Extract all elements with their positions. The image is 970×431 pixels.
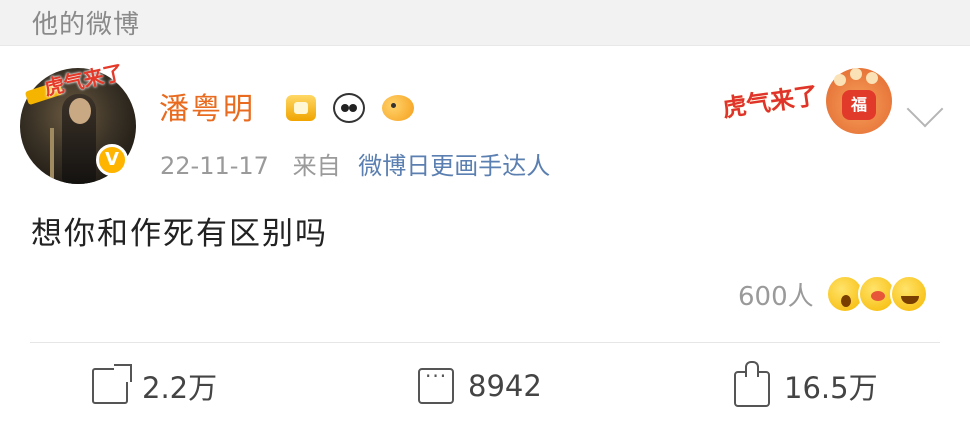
fish-badge-icon[interactable] — [376, 89, 418, 127]
comment-button[interactable]: 8942 — [418, 356, 542, 416]
like-button[interactable]: 16.5万 — [734, 356, 878, 416]
repost-icon — [92, 364, 132, 404]
card-decoration: 虎气来了 福 — [720, 60, 902, 140]
section-header: 他的微博 — [0, 0, 970, 46]
comment-count: 8942 — [468, 369, 542, 403]
action-bar: 2.2万 8942 16.5万 — [0, 356, 970, 416]
chevron-down-icon[interactable] — [906, 90, 944, 128]
reactions-summary[interactable]: 600人 — [738, 274, 928, 314]
author-name[interactable]: 潘粤明 — [159, 84, 255, 128]
panda-badge-icon[interactable] — [328, 89, 370, 127]
post-content: 想你和作死有区别吗 — [31, 216, 328, 252]
post-meta: 22-11-17 来自 微博日更画手达人 — [160, 146, 550, 181]
user-badges — [280, 86, 418, 130]
action-divider — [30, 342, 940, 343]
decor-tiger-text: 虎气来了 — [720, 81, 820, 123]
verified-badge-icon: V — [96, 144, 128, 176]
like-count: 16.5万 — [784, 371, 878, 405]
avatar-face — [69, 98, 91, 124]
thumbs-up-icon — [734, 361, 770, 407]
post-from-label: 来自 — [292, 152, 341, 180]
post-source-link[interactable]: 微博日更画手达人 — [358, 152, 550, 180]
comment-icon — [418, 364, 454, 404]
fu-stamp: 福 — [842, 90, 876, 120]
reaction-count: 600人 — [738, 281, 814, 312]
repost-count: 2.2万 — [142, 371, 218, 405]
weibo-post-card[interactable]: 虎气来了 V 潘粤明 22-11-17 来自 微博日更画手达人 虎气来了 福 想… — [0, 46, 970, 431]
laugh-emoji-icon — [889, 275, 928, 313]
repost-button[interactable]: 2.2万 — [92, 356, 217, 416]
avatar-mic-stand — [50, 128, 54, 184]
post-timestamp: 22-11-17 — [160, 152, 269, 180]
section-title: 他的微博 — [32, 10, 141, 40]
crown-badge-icon[interactable] — [280, 89, 322, 127]
tiger-paw-icon: 福 — [826, 68, 892, 134]
